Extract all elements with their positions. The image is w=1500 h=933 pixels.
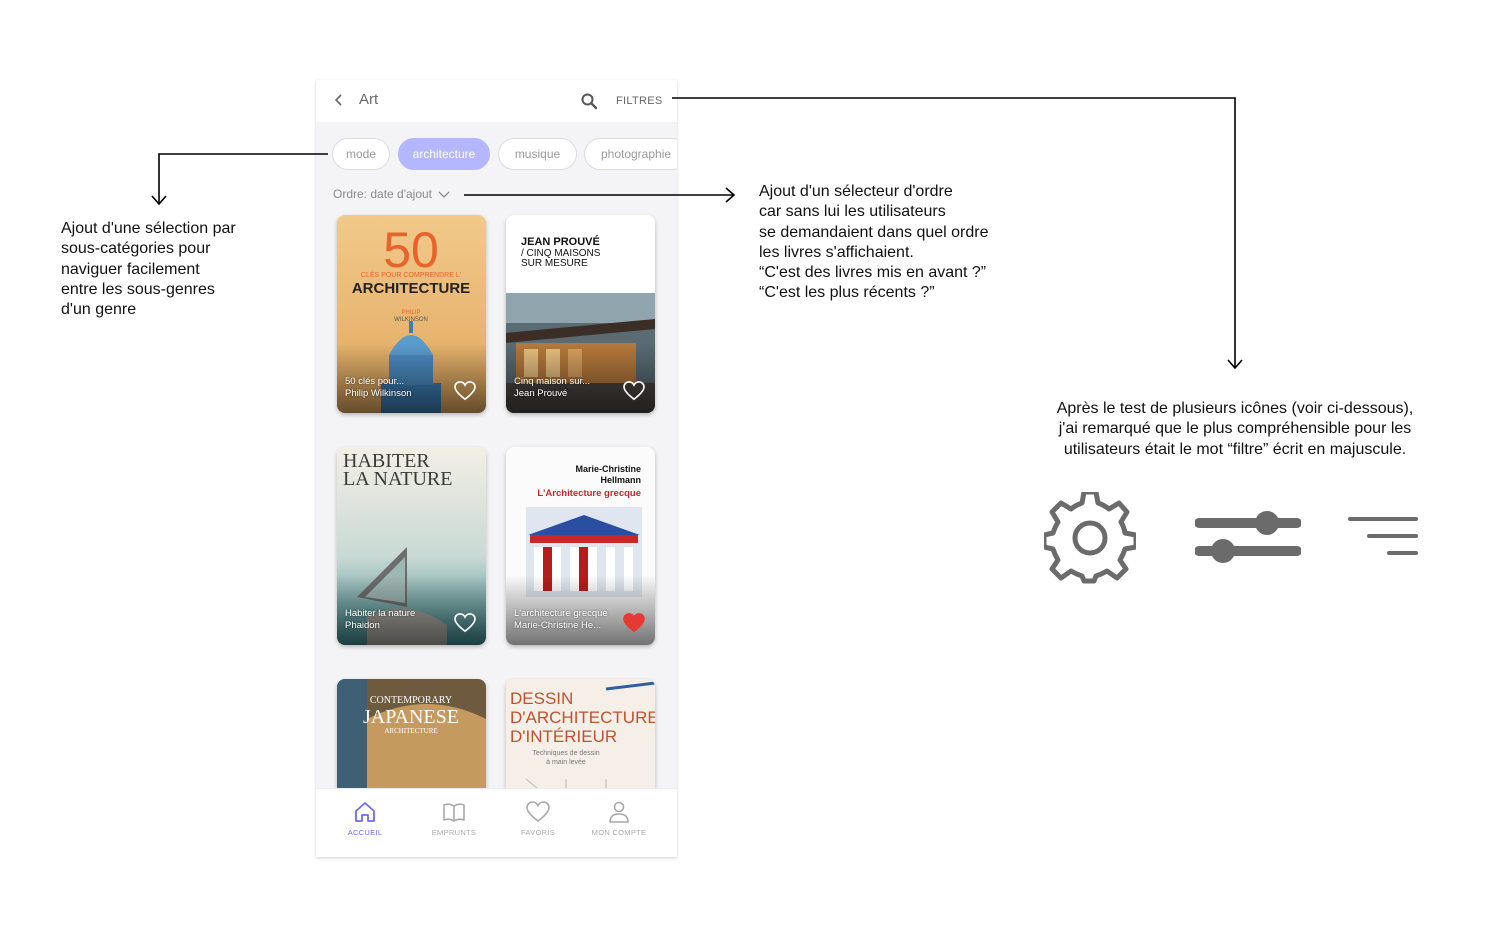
annotation-line: entre les sous-genres — [61, 280, 215, 298]
annotation-order: Ajout d'un sélecteur d'ordre car sans lu… — [759, 182, 989, 304]
annotation-line: “C'est les plus récents ?” — [759, 284, 935, 302]
annotation-line: d'un genre — [61, 301, 137, 319]
filter-lines-icon — [1348, 517, 1418, 555]
annotation-filters: Après le test de plusieurs icônes (voir … — [1028, 399, 1442, 460]
annotation-line: se demandaient dans quel ordre — [759, 223, 989, 241]
sliders-icon — [1195, 511, 1301, 563]
subcategory-arrow — [151, 153, 328, 206]
annotation-arrows — [151, 97, 1243, 370]
annotation-line: j'ai remarqué que le plus compréhensible… — [1058, 420, 1412, 438]
annotation-line: car sans lui les utilisateurs — [759, 203, 946, 221]
annotation-line: Après le test de plusieurs icônes (voir … — [1056, 400, 1414, 417]
annotation-line: sous-catégories pour — [61, 240, 211, 258]
annotation-subcategories: Ajout d'une sélection par sous-catégorie… — [61, 219, 236, 320]
annotation-line: “C'est des livres mis en avant ?” — [759, 264, 987, 282]
annotation-line: Ajout d'une sélection par — [61, 220, 236, 237]
annotation-line: utilisateurs était le mot “filtre” écrit… — [1063, 440, 1407, 458]
annotation-line: naviguer facilement — [61, 260, 200, 278]
annotation-line: Ajout d'un sélecteur d'ordre — [759, 183, 953, 200]
annotation-line: les livres s'affichaient. — [759, 243, 914, 261]
order-arrow — [464, 187, 736, 203]
gear-icon — [1044, 492, 1136, 584]
